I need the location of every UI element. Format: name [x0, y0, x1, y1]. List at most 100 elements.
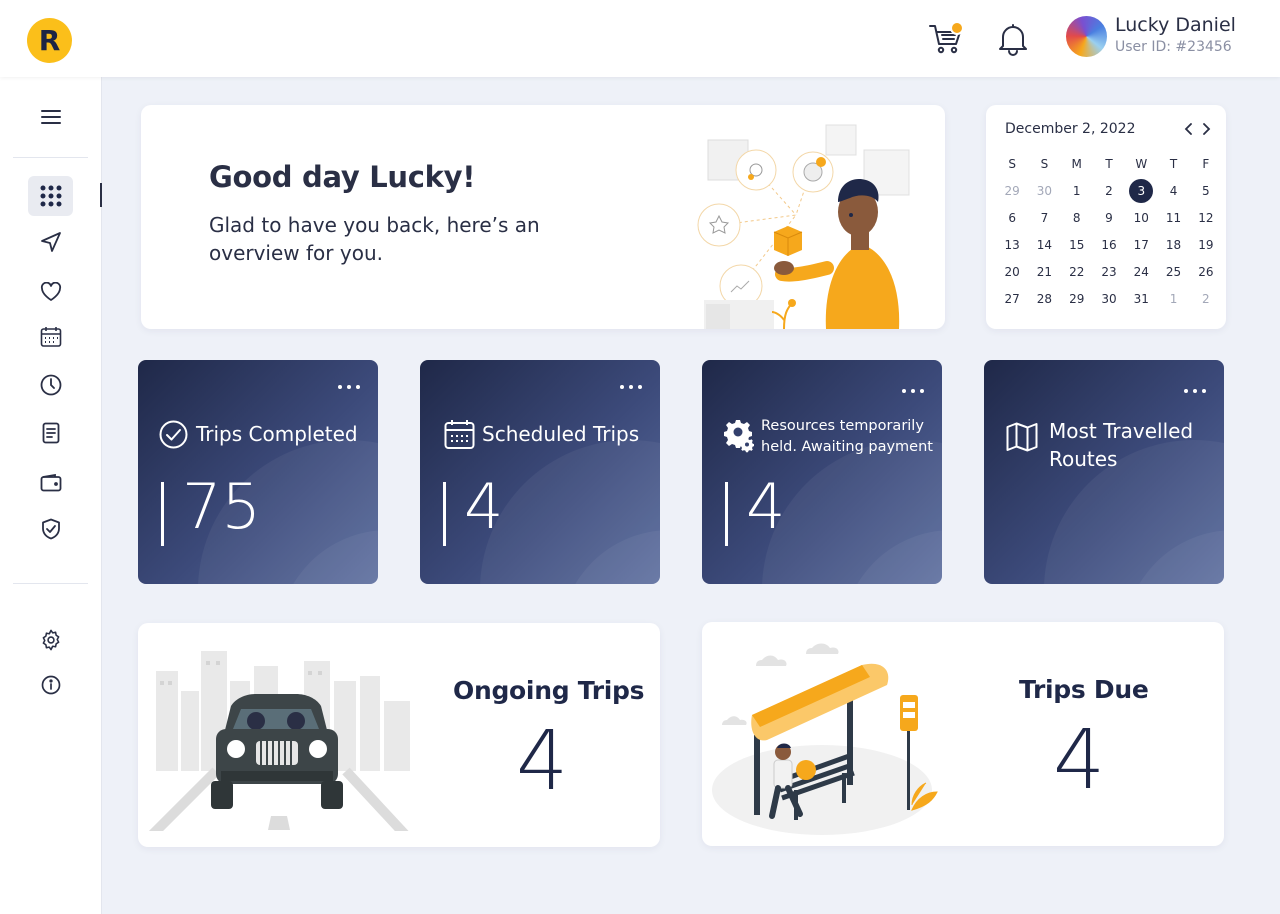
navigation-icon[interactable]	[28, 222, 73, 262]
calendar-day[interactable]: 31	[1125, 285, 1157, 312]
calendar-day[interactable]: 29	[996, 177, 1028, 204]
hamburger-icon[interactable]	[28, 97, 73, 137]
calendar-day-number: 30	[1101, 291, 1117, 306]
calendar-day[interactable]: 30	[1093, 285, 1125, 312]
calendar-icon	[444, 419, 475, 450]
gear-icon[interactable]	[28, 620, 73, 660]
calendar-day[interactable]: 1	[1061, 177, 1093, 204]
calendar-day-number: 30	[1036, 183, 1053, 198]
calendar-day[interactable]: 6	[996, 204, 1028, 231]
more-options-icon[interactable]	[338, 380, 360, 394]
chevron-right-icon[interactable]	[1199, 122, 1213, 136]
calendar-day-number: 16	[1101, 237, 1117, 252]
map-icon	[1006, 422, 1038, 452]
heart-icon[interactable]	[28, 272, 73, 312]
calendar-day[interactable]: 10	[1125, 204, 1157, 231]
ongoing-trips-title: Ongoing Trips	[453, 676, 645, 705]
calendar-day-number: 29	[1004, 183, 1020, 198]
calendar-day[interactable]: 30	[1028, 177, 1060, 204]
calendar-day-number: 6	[1008, 210, 1016, 225]
calendar-day[interactable]: 26	[1190, 258, 1222, 285]
calendar-day[interactable]: 12	[1190, 204, 1222, 231]
calendar-day[interactable]: 5	[1190, 177, 1222, 204]
calendar-day[interactable]: 29	[1061, 285, 1093, 312]
calendar-month-label: December 2, 2022	[1005, 121, 1136, 137]
resources-held-card[interactable]: Resources temporarily held. Awaiting pay…	[702, 360, 942, 584]
more-options-icon[interactable]	[902, 384, 924, 398]
sidebar-divider	[13, 583, 88, 584]
calendar-day[interactable]: 24	[1125, 258, 1157, 285]
calendar-day[interactable]: 18	[1157, 231, 1189, 258]
more-options-icon[interactable]	[620, 380, 642, 394]
ongoing-trips-value: 4	[516, 714, 569, 809]
calendar-day-number: 4	[1169, 183, 1178, 198]
calendar-day[interactable]: 19	[1190, 231, 1222, 258]
calendar-day[interactable]: 8	[1061, 204, 1093, 231]
calendar-day-number: 21	[1036, 264, 1053, 279]
calendar-day-number: 5	[1202, 183, 1210, 198]
stat-label: Scheduled Trips	[482, 422, 640, 446]
greeting-title: Good day Lucky!	[209, 160, 476, 194]
sidebar	[0, 77, 102, 914]
calendar-day[interactable]: 28	[1028, 285, 1060, 312]
calendar-day[interactable]: 22	[1061, 258, 1093, 285]
calendar-day[interactable]: 14	[1028, 231, 1060, 258]
calendar-day[interactable]: 2	[1093, 177, 1125, 204]
stat-divider	[161, 482, 164, 546]
trips-due-title: Trips Due	[1019, 675, 1149, 704]
bus-stop-illustration	[712, 643, 938, 835]
calendar-day[interactable]: 27	[996, 285, 1028, 312]
calendar-day[interactable]: 11	[1157, 204, 1189, 231]
trips-due-card[interactable]: Trips Due 4	[702, 622, 1224, 846]
calendar-day[interactable]: 21	[1028, 258, 1060, 285]
calendar-day[interactable]: 2	[1190, 285, 1222, 312]
calendar-day-number: 11	[1165, 210, 1182, 225]
calendar-day[interactable]: 23	[1093, 258, 1125, 285]
calendar-icon[interactable]	[28, 317, 73, 357]
scheduled-trips-card[interactable]: Scheduled Trips 4	[420, 360, 660, 584]
calendar-day[interactable]: 25	[1157, 258, 1189, 285]
wallet-icon[interactable]	[28, 463, 73, 503]
most-travelled-routes-card[interactable]: Most Travelled Routes	[984, 360, 1224, 584]
calendar-day-number: 27	[1004, 291, 1020, 306]
calendar-day[interactable]: 17	[1125, 231, 1157, 258]
user-name[interactable]: Lucky Daniel	[1115, 14, 1236, 36]
grid-icon[interactable]	[28, 176, 73, 216]
calendar-day-number: 10	[1133, 210, 1149, 225]
trips-completed-card[interactable]: Trips Completed 75	[138, 360, 378, 584]
ongoing-trips-card[interactable]: Ongoing Trips 4	[138, 623, 660, 847]
calendar-day[interactable]: 13	[996, 231, 1028, 258]
calendar-day[interactable]: 20	[996, 258, 1028, 285]
calendar-day-number: 7	[1040, 210, 1049, 225]
welcome-illustration	[697, 124, 910, 329]
info-icon[interactable]	[28, 665, 73, 705]
more-options-icon[interactable]	[1184, 384, 1206, 398]
calendar-day[interactable]: 1	[1157, 285, 1189, 312]
calendar-day-number: 22	[1069, 264, 1085, 279]
clock-icon[interactable]	[28, 365, 73, 405]
shield-check-icon[interactable]	[28, 509, 73, 549]
calendar-day-number: 17	[1133, 237, 1149, 252]
calendar-day-number: 2	[1202, 291, 1210, 306]
calendar-day-number: 26	[1198, 264, 1214, 279]
brand-logo[interactable]: R	[27, 18, 72, 63]
calendar-day[interactable]: 15	[1061, 231, 1093, 258]
calendar-day[interactable]: 9	[1093, 204, 1125, 231]
calendar-day-selected[interactable]: 3	[1125, 177, 1157, 204]
stat-value: 75	[182, 470, 261, 543]
calendar-day-number: 15	[1069, 237, 1085, 252]
chevron-left-icon[interactable]	[1182, 122, 1196, 136]
user-id: User ID: #23456	[1115, 39, 1232, 55]
calendar-day-number: 23	[1101, 264, 1117, 279]
calendar-weekday: W	[1135, 156, 1148, 171]
welcome-card: Good day Lucky! Glad to have you back, h…	[141, 105, 945, 329]
user-avatar[interactable]	[1066, 16, 1107, 57]
active-indicator	[100, 183, 102, 207]
sidebar-divider	[13, 157, 88, 158]
calendar-day[interactable]: 7	[1028, 204, 1060, 231]
calendar-day[interactable]: 4	[1157, 177, 1189, 204]
document-icon[interactable]	[28, 413, 73, 453]
calendar-day[interactable]: 16	[1093, 231, 1125, 258]
bell-icon[interactable]	[998, 22, 1028, 56]
stat-label: Trips Completed	[196, 422, 358, 446]
